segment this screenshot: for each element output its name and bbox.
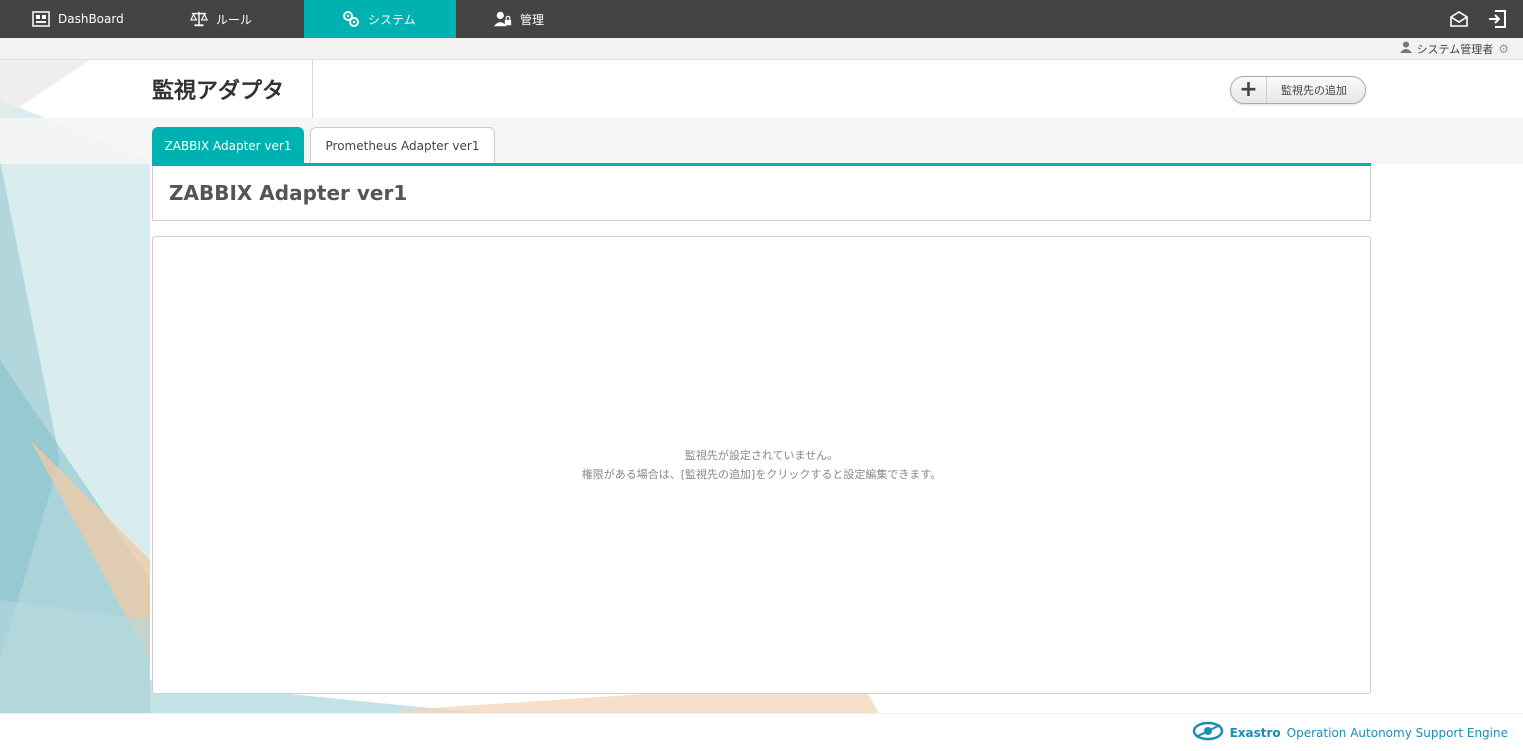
admin-user-icon — [494, 10, 512, 28]
add-monitor-target-button[interactable]: + 監視先の追加 — [1230, 76, 1366, 104]
logout-icon[interactable] — [1487, 9, 1507, 29]
tab-prometheus-adapter[interactable]: Prometheus Adapter ver1 — [310, 127, 495, 164]
exastro-logo-icon — [1192, 721, 1224, 744]
settings-gear-icon[interactable]: ⚙ — [1498, 42, 1509, 56]
user-name[interactable]: システム管理者 — [1417, 41, 1494, 57]
footer-brand: Exastro — [1229, 725, 1281, 740]
title-divider — [312, 60, 313, 118]
user-bar: システム管理者 ⚙ — [0, 38, 1523, 60]
nav-item-label: DashBoard — [58, 12, 124, 26]
footer: Exastro Operation Autonomy Support Engin… — [0, 713, 1523, 751]
nav-item-label: ルール — [216, 12, 253, 27]
nav-item-label: システム — [368, 12, 416, 27]
page-header: 監視アダプタ + 監視先の追加 — [0, 60, 1523, 118]
nav-item-dashboard[interactable]: DashBoard — [0, 0, 152, 38]
mail-icon[interactable] — [1449, 9, 1469, 29]
adapter-tabs: ZABBIX Adapter ver1 Prometheus Adapter v… — [0, 118, 1523, 164]
nav-item-label: 管理 — [520, 12, 545, 27]
tab-underline — [152, 163, 1371, 166]
section-heading: ZABBIX Adapter ver1 — [152, 166, 1371, 221]
empty-message-line2: 権限がある場合は、[監視先の追加]をクリックすると設定編集できます。 — [581, 468, 942, 481]
nav-item-admin[interactable]: 管理 — [456, 0, 608, 38]
nav-right-actions — [1449, 0, 1523, 38]
top-navigation: DashBoard ルール システム 管理 — [0, 0, 1523, 38]
add-button-label: 監視先の追加 — [1281, 84, 1347, 97]
plus-icon: + — [1231, 77, 1267, 103]
footer-tagline: Operation Autonomy Support Engine — [1286, 725, 1508, 740]
nav-item-system[interactable]: システム — [304, 0, 456, 38]
scale-icon — [190, 10, 208, 28]
page-title: 監視アダプタ — [152, 79, 285, 104]
dashboard-icon — [32, 10, 50, 28]
gears-icon — [342, 10, 360, 28]
empty-message-line1: 監視先が設定されていません。 — [684, 449, 839, 462]
monitor-list-panel: 監視先が設定されていません。 権限がある場合は、[監視先の追加]をクリックすると… — [152, 236, 1371, 694]
tab-zabbix-adapter[interactable]: ZABBIX Adapter ver1 — [152, 127, 304, 164]
nav-item-rules[interactable]: ルール — [152, 0, 304, 38]
user-icon — [1399, 41, 1412, 56]
